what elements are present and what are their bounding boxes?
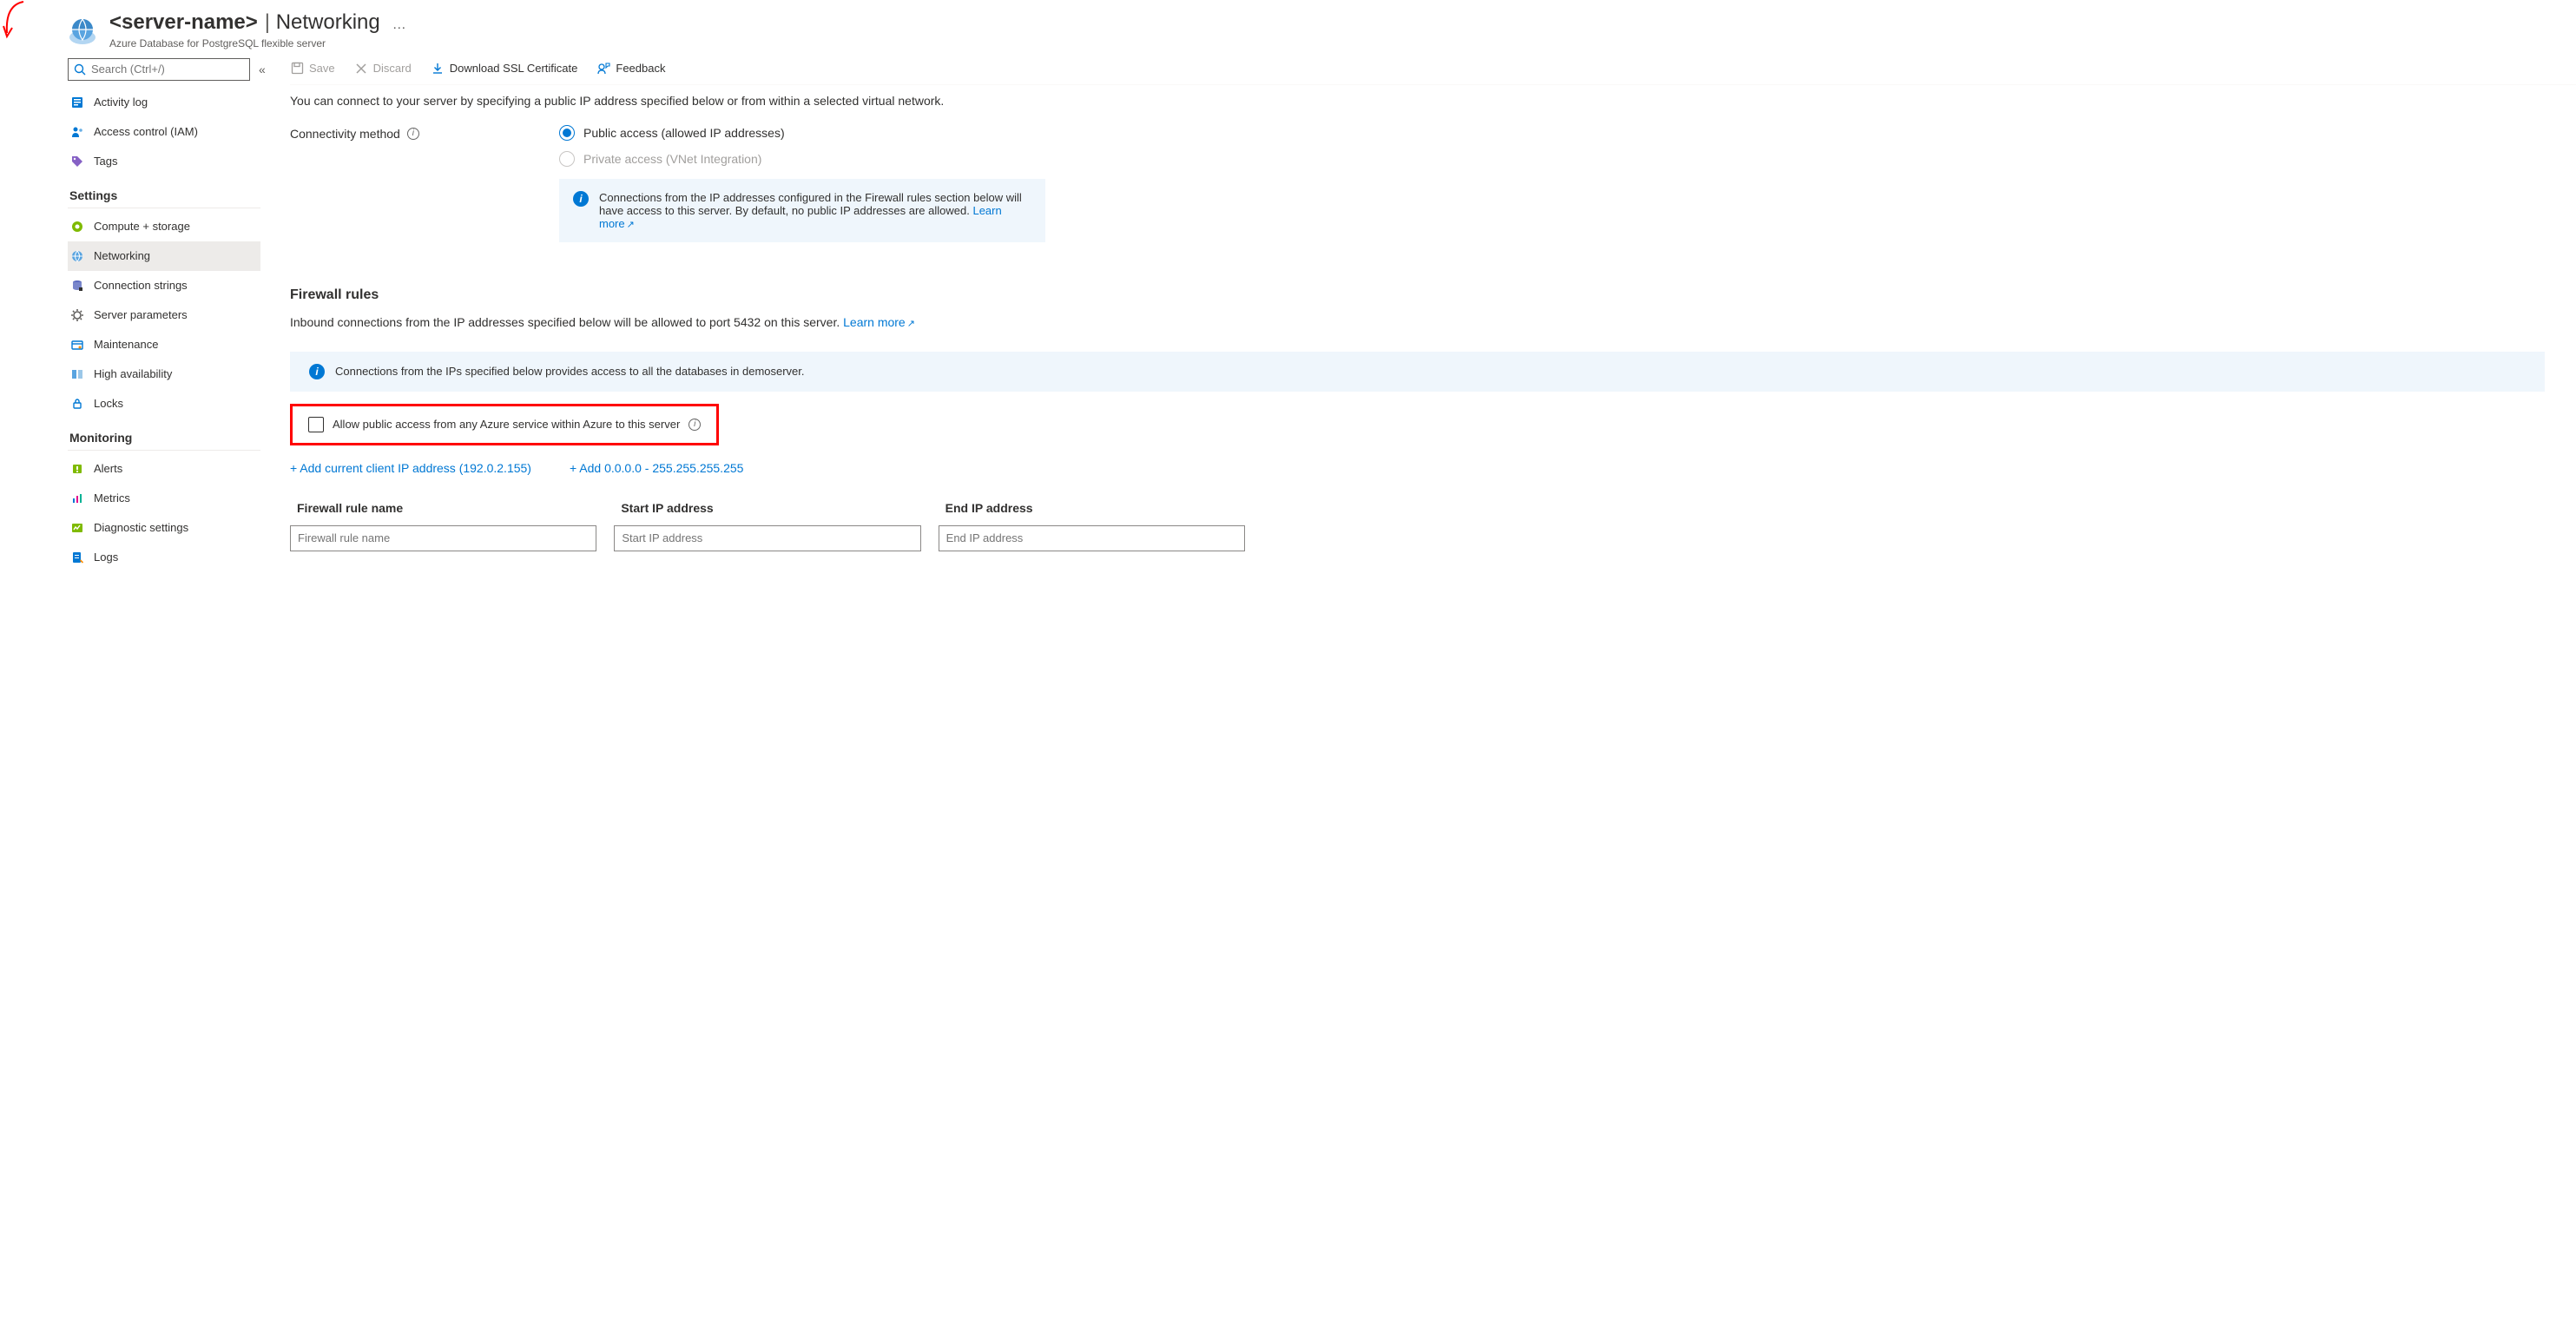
firewall-rules-desc: Inbound connections from the IP addresse… [290, 315, 2545, 329]
nav-label: Compute + storage [94, 220, 190, 233]
nav-activity-log[interactable]: Activity log [68, 88, 260, 117]
nav-logs[interactable]: Logs [68, 543, 260, 572]
command-bar: Save Discard Download SSL Certificate Fe… [290, 58, 2576, 85]
col-header-end: End IP address [939, 501, 1245, 515]
nav-compute-storage[interactable]: Compute + storage [68, 212, 260, 241]
logs-icon [69, 550, 85, 565]
alerts-icon [69, 461, 85, 477]
nav-connection-strings[interactable]: Connection strings [68, 271, 260, 300]
nav-label: Networking [94, 249, 150, 262]
nav-maintenance[interactable]: Maintenance [68, 330, 260, 359]
high-availability-icon [69, 366, 85, 382]
nav-networking[interactable]: Networking [68, 241, 260, 271]
maintenance-icon [69, 337, 85, 353]
nav-metrics[interactable]: Metrics [68, 484, 260, 513]
button-label: Download SSL Certificate [450, 62, 578, 75]
metrics-icon [69, 491, 85, 506]
end-ip-input[interactable] [939, 525, 1245, 551]
nav-label: Tags [94, 155, 117, 168]
compute-storage-icon [69, 219, 85, 234]
info-icon[interactable]: i [688, 419, 701, 431]
radio-icon [559, 125, 575, 141]
button-label: Save [309, 62, 335, 75]
firewall-rules-heading: Firewall rules [290, 287, 2545, 303]
nav-label: Server parameters [94, 308, 188, 321]
radio-label: Public access (allowed IP addresses) [583, 126, 785, 140]
nav-label: Metrics [94, 491, 130, 505]
radio-icon [559, 151, 575, 167]
add-client-ip-link[interactable]: + Add current client IP address (192.0.2… [290, 461, 531, 475]
page-title: Networking [265, 10, 380, 36]
nav-label: Diagnostic settings [94, 521, 188, 534]
more-actions-button[interactable]: … [392, 16, 408, 33]
server-parameters-icon [69, 307, 85, 323]
nav-label: High availability [94, 367, 172, 380]
save-button[interactable]: Save [290, 62, 335, 76]
feedback-button[interactable]: Feedback [596, 62, 665, 76]
page-header: <server-name> Networking … Azure Databas… [0, 0, 2576, 58]
nav-section-monitoring: Monitoring [68, 419, 260, 451]
networking-icon [69, 248, 85, 264]
access-control-icon [69, 124, 85, 140]
intro-text: You can connect to your server by specif… [290, 94, 2545, 108]
firewall-info-bar: i Connections from the IPs specified bel… [290, 352, 2545, 392]
start-ip-input[interactable] [614, 525, 920, 551]
nav-locks[interactable]: Locks [68, 389, 260, 419]
activity-log-icon [69, 95, 85, 110]
nav-label: Access control (IAM) [94, 125, 198, 138]
download-ssl-button[interactable]: Download SSL Certificate [431, 62, 578, 76]
nav-access-control[interactable]: Access control (IAM) [68, 117, 260, 147]
connectivity-method-label: Connectivity method i [290, 127, 524, 141]
col-header-name: Firewall rule name [290, 501, 596, 515]
nav-server-parameters[interactable]: Server parameters [68, 300, 260, 330]
tags-icon [69, 154, 85, 169]
info-icon[interactable]: i [407, 128, 419, 140]
nav-label: Connection strings [94, 279, 188, 292]
resource-type-icon [68, 17, 97, 47]
learn-more-link[interactable]: Learn more↗ [843, 315, 915, 329]
locks-icon [69, 396, 85, 412]
radio-public-access[interactable]: Public access (allowed IP addresses) [559, 125, 2545, 141]
allow-azure-checkbox[interactable] [308, 417, 324, 432]
radio-label: Private access (VNet Integration) [583, 152, 761, 166]
nav-section-settings: Settings [68, 176, 260, 208]
nav-label: Maintenance [94, 338, 158, 351]
external-link-icon: ↗ [907, 319, 915, 329]
nav-tags[interactable]: Tags [68, 147, 260, 176]
discard-button[interactable]: Discard [354, 62, 412, 76]
diagnostic-settings-icon [69, 520, 85, 536]
external-link-icon: ↗ [627, 220, 635, 230]
allow-azure-label: Allow public access from any Azure servi… [333, 418, 680, 431]
nav-alerts[interactable]: Alerts [68, 454, 260, 484]
button-label: Discard [373, 62, 412, 75]
info-icon: i [309, 364, 325, 379]
nav-label: Alerts [94, 462, 122, 475]
save-icon [290, 62, 304, 76]
resource-type-label: Azure Database for PostgreSQL flexible s… [109, 37, 408, 49]
col-header-start: Start IP address [614, 501, 920, 515]
nav-label: Activity log [94, 96, 148, 109]
search-icon [74, 63, 86, 76]
public-access-info-callout: i Connections from the IP addresses conf… [559, 179, 1045, 242]
connection-strings-icon [69, 278, 85, 293]
nav-label: Logs [94, 551, 118, 564]
firewall-rule-name-input[interactable] [290, 525, 596, 551]
close-icon [354, 62, 368, 76]
info-icon: i [573, 191, 589, 207]
add-any-ip-link[interactable]: + Add 0.0.0.0 - 255.255.255.255 [570, 461, 743, 475]
connectivity-method-radiogroup: Public access (allowed IP addresses) Pri… [559, 125, 2545, 167]
feedback-icon [596, 62, 610, 76]
firewall-rules-table: Firewall rule name Start IP address End … [290, 501, 1245, 551]
radio-private-access: Private access (VNet Integration) [559, 151, 2545, 167]
sidebar-search[interactable] [68, 58, 250, 81]
sidebar-search-input[interactable] [91, 63, 244, 76]
button-label: Feedback [616, 62, 665, 75]
server-name: <server-name> [109, 10, 258, 36]
annotation-highlight: Allow public access from any Azure servi… [290, 404, 719, 445]
nav-high-availability[interactable]: High availability [68, 359, 260, 389]
download-icon [431, 62, 445, 76]
nav-label: Locks [94, 397, 123, 410]
nav-diagnostic-settings[interactable]: Diagnostic settings [68, 513, 260, 543]
